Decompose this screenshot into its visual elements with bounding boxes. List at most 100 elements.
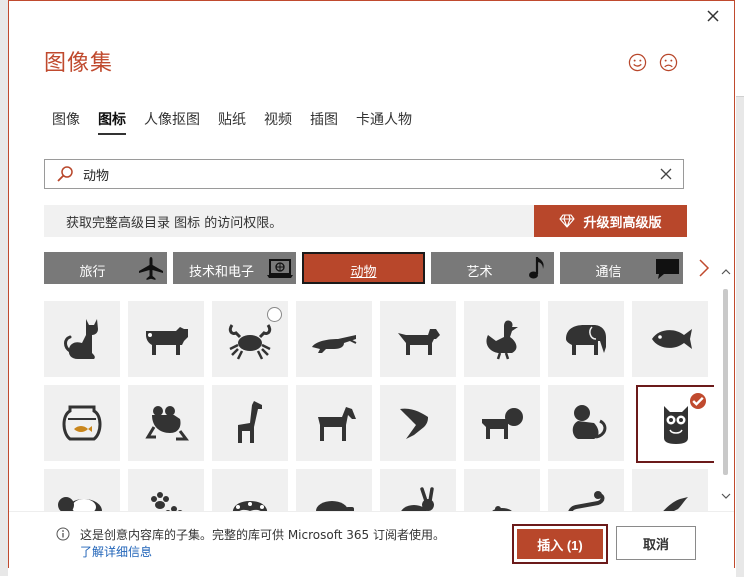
category-animals[interactable]: 动物 — [302, 252, 425, 284]
tab-cartoon-people[interactable]: 卡通人物 — [356, 109, 412, 135]
learn-more-link[interactable]: 了解详细信息 — [80, 543, 152, 560]
background-left — [0, 0, 8, 576]
fishbowl-icon — [62, 405, 102, 441]
icon-tile-pig[interactable] — [296, 469, 372, 513]
icon-tile-bird[interactable] — [632, 469, 708, 513]
category-art[interactable]: 艺术 — [431, 252, 554, 284]
upsell-banner: 获取完整高级目录 图标 的访问权限。 升级到高级版 — [44, 205, 687, 237]
scroll-up-icon[interactable] — [720, 267, 732, 277]
giraffe-icon — [238, 401, 262, 443]
peacock-icon — [232, 501, 268, 513]
music-note-icon — [529, 257, 544, 279]
diamond-icon — [559, 214, 576, 228]
category-tech[interactable]: 技术和电子 — [173, 252, 296, 284]
background-right — [736, 96, 744, 577]
upgrade-button-label: 升级到高级版 — [583, 215, 662, 231]
bird-icon — [661, 497, 688, 513]
dog-icon — [398, 329, 440, 355]
icon-tile-fishbowl[interactable] — [44, 385, 120, 461]
icon-tile-lion[interactable] — [464, 385, 540, 461]
snake-icon — [568, 491, 605, 513]
insert-button-label: 插入 (1) — [517, 529, 603, 559]
dialog-footer: 这是创意内容库的子集。完整的库可供 Microsoft 365 订阅者使用。 了… — [9, 511, 734, 570]
tab-illustrations[interactable]: 插图 — [310, 109, 338, 135]
tab-cutout-people[interactable]: 人像抠图 — [144, 109, 200, 135]
horse-icon — [318, 407, 356, 441]
category-label: 艺术 — [466, 265, 493, 280]
frown-icon[interactable] — [659, 53, 678, 72]
icon-tile-frog[interactable] — [128, 385, 204, 461]
select-circle-icon[interactable] — [267, 307, 282, 322]
stock-images-dialog: 图像集 图像 图标 人像抠图 贴纸 视频 插图 卡通人物 获取完整高级目录 图标… — [8, 0, 735, 570]
rat-icon — [490, 506, 514, 513]
monkey-icon — [572, 405, 607, 439]
airplane-icon — [139, 257, 163, 280]
cow-icon — [146, 327, 188, 355]
clear-search-icon[interactable] — [659, 167, 673, 181]
check-icon — [690, 393, 706, 409]
icon-tile-crocodile[interactable] — [296, 301, 372, 377]
info-text: 这是创意内容库的子集。完整的库可供 Microsoft 365 订阅者使用。 — [80, 528, 445, 542]
hummingbird-icon — [400, 408, 440, 439]
icon-tile-hummingbird[interactable] — [380, 385, 456, 461]
icon-tile-crab[interactable] — [212, 301, 288, 377]
icon-tile-horse[interactable] — [296, 385, 372, 461]
cat-icon — [64, 319, 98, 359]
pig-icon — [316, 501, 354, 513]
tab-videos[interactable]: 视频 — [264, 109, 292, 135]
icon-tile-fish[interactable] — [632, 301, 708, 377]
search-icon — [57, 166, 73, 182]
icon-tile-peacock[interactable] — [212, 469, 288, 513]
icon-tile-elephant[interactable] — [548, 301, 624, 377]
icon-tile-monkey[interactable] — [548, 385, 624, 461]
icon-tile-dog[interactable] — [380, 301, 456, 377]
crocodile-icon — [312, 335, 357, 353]
fish-icon — [652, 329, 692, 349]
duck-icon — [486, 320, 518, 360]
upgrade-button[interactable]: 升级到高级版 — [534, 205, 687, 237]
icon-tile-giraffe[interactable] — [212, 385, 288, 461]
tab-stickers[interactable]: 贴纸 — [218, 109, 246, 135]
icon-tile-rabbit[interactable] — [380, 469, 456, 513]
category-travel[interactable]: 旅行 — [44, 252, 167, 284]
icon-tile-duck[interactable] — [464, 301, 540, 377]
scrollbar[interactable] — [720, 267, 732, 501]
icon-tile-paw-prints[interactable] — [128, 469, 204, 513]
insert-button[interactable]: 插入 (1) — [512, 524, 608, 564]
upsell-text: 获取完整高级目录 图标 的访问权限。 — [66, 215, 283, 231]
category-label: 通信 — [595, 265, 622, 280]
info-icon — [56, 527, 70, 541]
scroll-down-icon[interactable] — [720, 491, 732, 501]
smile-icon[interactable] — [628, 53, 647, 72]
rabbit-icon — [400, 487, 434, 513]
cancel-button[interactable]: 取消 — [616, 526, 696, 560]
icon-tile-owl[interactable] — [636, 385, 714, 463]
icon-tile-cat[interactable] — [44, 301, 120, 377]
close-icon — [707, 10, 719, 22]
search-input[interactable] — [81, 165, 659, 183]
icon-tile-panda[interactable] — [44, 469, 120, 513]
search-box — [44, 159, 684, 189]
chevron-right-icon[interactable] — [697, 257, 711, 279]
dialog-title: 图像集 — [44, 51, 114, 76]
tab-bar: 图像 图标 人像抠图 贴纸 视频 插图 卡通人物 — [52, 109, 412, 135]
close-button[interactable] — [704, 7, 722, 25]
panda-icon — [58, 497, 102, 513]
crab-icon — [228, 324, 272, 360]
icon-tile-snake[interactable] — [548, 469, 624, 513]
scroll-thumb[interactable] — [723, 289, 728, 475]
feedback-group — [628, 53, 678, 72]
tab-images[interactable]: 图像 — [52, 109, 80, 135]
category-label: 技术和电子 — [188, 265, 254, 280]
elephant-icon — [566, 325, 606, 355]
category-communication[interactable]: 通信 — [560, 252, 683, 284]
category-label: 动物 — [350, 265, 377, 280]
tab-icons[interactable]: 图标 — [98, 109, 126, 135]
frog-icon — [145, 406, 189, 441]
category-strip: 旅行 技术和电子 动物 艺术 通信 — [44, 252, 684, 284]
icon-tile-rat[interactable] — [464, 469, 540, 513]
paw-prints-icon — [151, 492, 183, 513]
icon-grid — [44, 301, 714, 513]
lion-icon — [482, 408, 523, 439]
icon-tile-cow[interactable] — [128, 301, 204, 377]
